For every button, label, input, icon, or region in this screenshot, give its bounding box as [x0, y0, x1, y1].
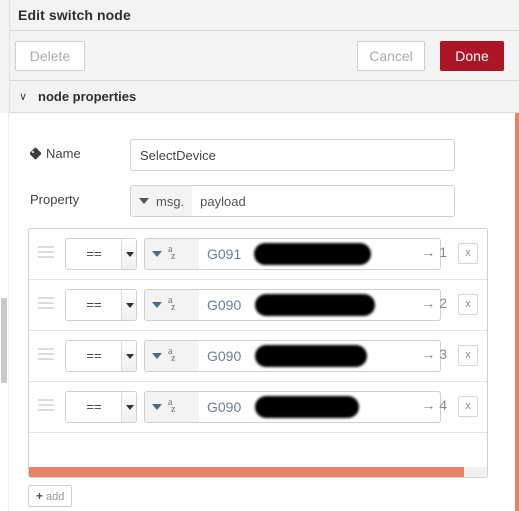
rule-value-type-selector[interactable]: az — [145, 392, 199, 422]
dialog-body: Name Property msg. payload ==azG091→ 1x=… — [0, 113, 519, 511]
rule-output-index: 1 — [439, 244, 447, 260]
redaction-overlay — [255, 396, 359, 418]
chevron-down-icon — [152, 251, 162, 257]
rule-value-typed-input[interactable]: a z G090 — [144, 391, 441, 423]
rules-list: == a z G091 → 1 x == a z G090 → 2 x == a z G090 → 3 x == a z… — [29, 229, 487, 433]
rule-operator-select[interactable]: == — [65, 238, 137, 270]
rule-output-indicator: → 4 — [421, 397, 447, 413]
name-label: Name — [30, 146, 81, 161]
page-vertical-scrollbar[interactable] — [515, 113, 519, 511]
name-row: Name — [0, 139, 519, 171]
string-type-icon: az — [168, 295, 176, 313]
name-label-text: Name — [46, 146, 81, 161]
rule-value-typed-input[interactable]: a z G090 — [144, 340, 441, 372]
redaction-overlay — [255, 345, 367, 367]
rule-value-field[interactable]: G091 — [199, 239, 440, 269]
rule-value-type-selector[interactable]: az — [145, 239, 199, 269]
string-type-icon: az — [168, 346, 176, 364]
rule-operator-select[interactable]: == — [65, 391, 137, 423]
delete-rule-button[interactable]: x — [458, 243, 478, 264]
chevron-down-icon — [139, 198, 149, 204]
chevron-down-icon — [152, 404, 162, 410]
plus-icon: + — [36, 489, 44, 503]
rule-value-text: G090 — [207, 348, 242, 364]
drag-handle-icon[interactable] — [38, 399, 54, 412]
rule-operator-select[interactable]: == — [65, 340, 137, 372]
rules-horizontal-scrollbar-thumb[interactable] — [29, 467, 464, 477]
drag-handle-icon[interactable] — [38, 297, 54, 310]
rule-value-typed-input[interactable]: a z G091 — [144, 238, 441, 270]
section-title: node properties — [38, 89, 137, 104]
chevron-down-icon — [121, 290, 136, 320]
cancel-button[interactable]: Cancel — [357, 41, 425, 71]
rule-value-field[interactable]: G090 — [199, 341, 440, 371]
dialog-vertical-scrollbar-track[interactable] — [0, 113, 9, 511]
rule-operator-label: == — [86, 246, 102, 261]
node-properties-section-header[interactable]: ∨ node properties — [0, 81, 519, 113]
dialog-titlebar: Edit switch node — [0, 0, 519, 31]
dialog-vertical-scrollbar-thumb[interactable] — [1, 298, 7, 383]
string-type-icon: az — [168, 244, 176, 262]
rule-row: == a z G090 → 3x — [29, 331, 487, 382]
rule-output-indicator: → 3 — [421, 346, 447, 362]
property-type-selector[interactable]: msg. — [131, 186, 193, 216]
property-type-label: msg. — [156, 193, 185, 209]
chevron-down-icon — [152, 353, 162, 359]
arrow-right-icon: → — [421, 346, 436, 362]
rule-value-text: G090 — [207, 399, 242, 415]
chevron-down-icon — [121, 341, 136, 371]
chevron-down-icon — [152, 302, 162, 308]
string-type-icon: az — [168, 397, 176, 415]
property-row: Property msg. payload — [0, 185, 519, 217]
arrow-right-icon: → — [421, 397, 436, 413]
dialog-left-edge — [0, 0, 10, 113]
arrow-right-icon: → — [421, 244, 436, 260]
rules-container: == a z G091 → 1 x == a z G090 → 2 x == a z G090 → 3 x == a z… — [28, 228, 488, 478]
dialog-button-bar: Delete Cancel Done — [0, 31, 519, 81]
chevron-down-icon: ∨ — [19, 91, 28, 103]
redaction-overlay — [255, 294, 375, 316]
chevron-down-icon — [121, 392, 136, 422]
rule-operator-label: == — [86, 297, 102, 312]
drag-handle-icon[interactable] — [38, 246, 54, 259]
chevron-down-icon — [121, 239, 136, 269]
property-label: Property — [30, 192, 80, 207]
rule-output-index: 3 — [439, 346, 447, 362]
dialog-title: Edit switch node — [18, 7, 131, 23]
add-rule-button[interactable]: + add — [28, 485, 73, 507]
rule-value-field[interactable]: G090 — [199, 392, 440, 422]
rule-value-type-selector[interactable]: az — [145, 341, 199, 371]
drag-handle-icon[interactable] — [38, 348, 54, 361]
rule-value-type-selector[interactable]: az — [145, 290, 199, 320]
rule-operator-label: == — [86, 399, 102, 414]
rule-value-typed-input[interactable]: a z G090 — [144, 289, 441, 321]
rule-output-indicator: → 1 — [421, 244, 447, 260]
rules-horizontal-scrollbar-track[interactable] — [29, 467, 487, 477]
edit-switch-node-dialog: Edit switch node Delete Cancel Done ∨ no… — [0, 0, 519, 511]
rule-row: == a z G090 → 2x — [29, 280, 487, 331]
delete-rule-button[interactable]: x — [458, 345, 478, 366]
redaction-overlay — [254, 243, 371, 265]
rule-value-text: G091 — [207, 246, 242, 262]
add-rule-label: add — [46, 491, 65, 503]
delete-button[interactable]: Delete — [15, 41, 85, 71]
delete-rule-button[interactable]: x — [458, 294, 478, 315]
rule-row: == a z G090 → 4x — [29, 382, 487, 433]
done-button[interactable]: Done — [440, 41, 504, 71]
name-input[interactable] — [130, 139, 455, 171]
delete-rule-button[interactable]: x — [458, 396, 478, 417]
property-typed-input[interactable]: msg. payload — [130, 185, 455, 217]
rule-row: == a z G091 → 1x — [29, 229, 487, 280]
rule-value-field[interactable]: G090 — [199, 290, 440, 320]
rule-operator-label: == — [86, 348, 102, 363]
rule-output-index: 2 — [439, 295, 447, 311]
rule-operator-select[interactable]: == — [65, 289, 137, 321]
arrow-right-icon: → — [421, 295, 436, 311]
tag-icon — [30, 148, 42, 159]
property-value-field[interactable]: payload — [192, 194, 454, 209]
rule-output-indicator: → 2 — [421, 295, 447, 311]
rule-value-text: G090 — [207, 297, 242, 313]
rule-output-index: 4 — [439, 397, 447, 413]
